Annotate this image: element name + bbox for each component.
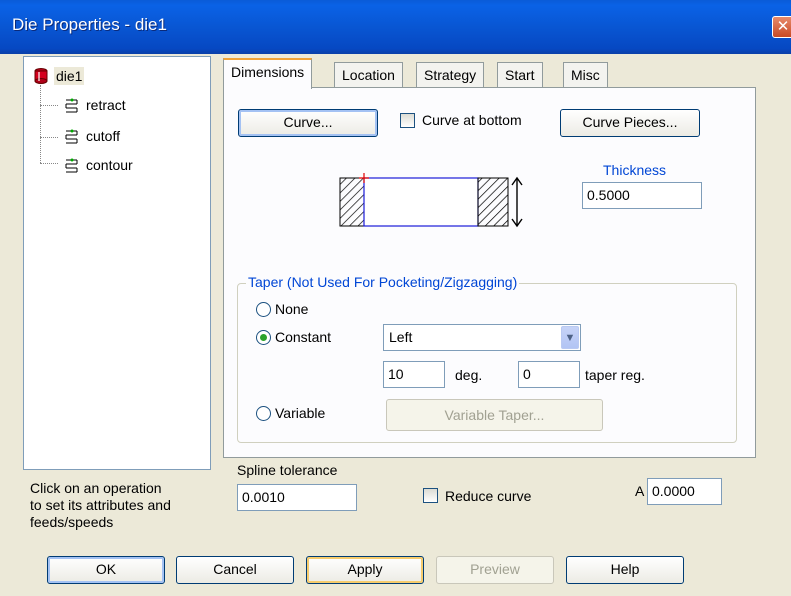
tree-item-retract[interactable]: retract (64, 97, 126, 113)
tab-location[interactable]: Location (334, 62, 403, 88)
taper-angle-unit: deg. (455, 367, 483, 383)
taper-angle-input[interactable]: 10 (383, 361, 445, 388)
taper-constant-radio[interactable] (256, 330, 271, 345)
taper-constant-label: Constant (275, 329, 332, 345)
thickness-input[interactable]: 0.5000 (582, 182, 702, 209)
taper-variable-label: Variable (275, 405, 326, 421)
die-profile-diagram (339, 173, 523, 228)
taper-side-value: Left (389, 329, 413, 345)
tree-item-die1[interactable]: die1 (34, 67, 85, 85)
operation-icon (65, 129, 78, 144)
taper-reg-input[interactable]: 0 (518, 361, 580, 388)
thickness-label: Thickness (603, 162, 667, 178)
ok-button[interactable]: OK (47, 556, 165, 584)
tree-connector (40, 163, 58, 164)
spline-tolerance-label: Spline tolerance (237, 462, 338, 478)
tab-start[interactable]: Start (497, 62, 543, 88)
hint-line: feeds/speeds (30, 514, 114, 530)
cancel-button[interactable]: Cancel (176, 556, 294, 584)
variable-taper-button[interactable]: Variable Taper... (386, 399, 603, 431)
tab-misc[interactable]: Misc (563, 62, 608, 88)
close-button[interactable]: ✕ (772, 16, 791, 38)
operation-tree[interactable]: die1 retract cutoff contour (23, 56, 211, 470)
curve-pieces-button[interactable]: Curve Pieces... (560, 109, 700, 137)
reduce-curve-label: Reduce curve (445, 488, 532, 504)
curve-at-bottom-checkbox[interactable] (400, 113, 415, 128)
tree-item-contour[interactable]: contour (64, 157, 133, 173)
tree-root-label: die1 (54, 67, 85, 85)
left-wall-hatch (339, 177, 365, 227)
taper-group-title: Taper (Not Used For Pocketing/Zigzagging… (246, 274, 520, 290)
tab-dimensions[interactable]: Dimensions (223, 58, 313, 89)
tree-connector (40, 137, 58, 138)
help-button[interactable]: Help (566, 556, 684, 584)
operation-icon (65, 158, 78, 173)
tree-item-label: cutoff (86, 128, 120, 144)
a-label: A (635, 483, 645, 499)
preview-button[interactable]: Preview (436, 556, 554, 584)
curve-at-bottom-label: Curve at bottom (422, 112, 522, 128)
tree-connector (40, 105, 58, 106)
title-bar[interactable]: Die Properties - die1 ✕ (0, 0, 791, 54)
tree-item-label: retract (86, 97, 126, 113)
tree-connector (40, 85, 41, 163)
tree-item-label: contour (86, 157, 133, 173)
die-opening (363, 177, 479, 227)
tree-item-cutoff[interactable]: cutoff (64, 128, 120, 144)
right-wall-hatch (477, 177, 509, 227)
window-title: Die Properties - die1 (12, 15, 167, 34)
curve-button[interactable]: Curve... (238, 109, 378, 137)
hint-line: Click on an operation (30, 480, 162, 496)
spline-tolerance-input[interactable]: 0.0010 (237, 484, 357, 511)
chevron-down-icon[interactable]: ▼ (561, 326, 579, 349)
tab-strategy[interactable]: Strategy (416, 62, 485, 88)
apply-button[interactable]: Apply (306, 556, 424, 584)
taper-none-radio[interactable] (256, 302, 271, 317)
taper-none-label: None (275, 301, 309, 317)
die-icon (34, 68, 48, 84)
hint-line: to set its attributes and (30, 497, 171, 513)
taper-side-select[interactable]: Left ▼ (383, 324, 581, 351)
tree-hint-text: Click on an operation to set its attribu… (30, 480, 171, 531)
taper-variable-radio[interactable] (256, 406, 271, 421)
reduce-curve-checkbox[interactable] (423, 488, 438, 503)
a-input[interactable]: 0.0000 (647, 478, 722, 505)
taper-reg-label: taper reg. (585, 367, 645, 383)
operation-icon (65, 98, 78, 113)
